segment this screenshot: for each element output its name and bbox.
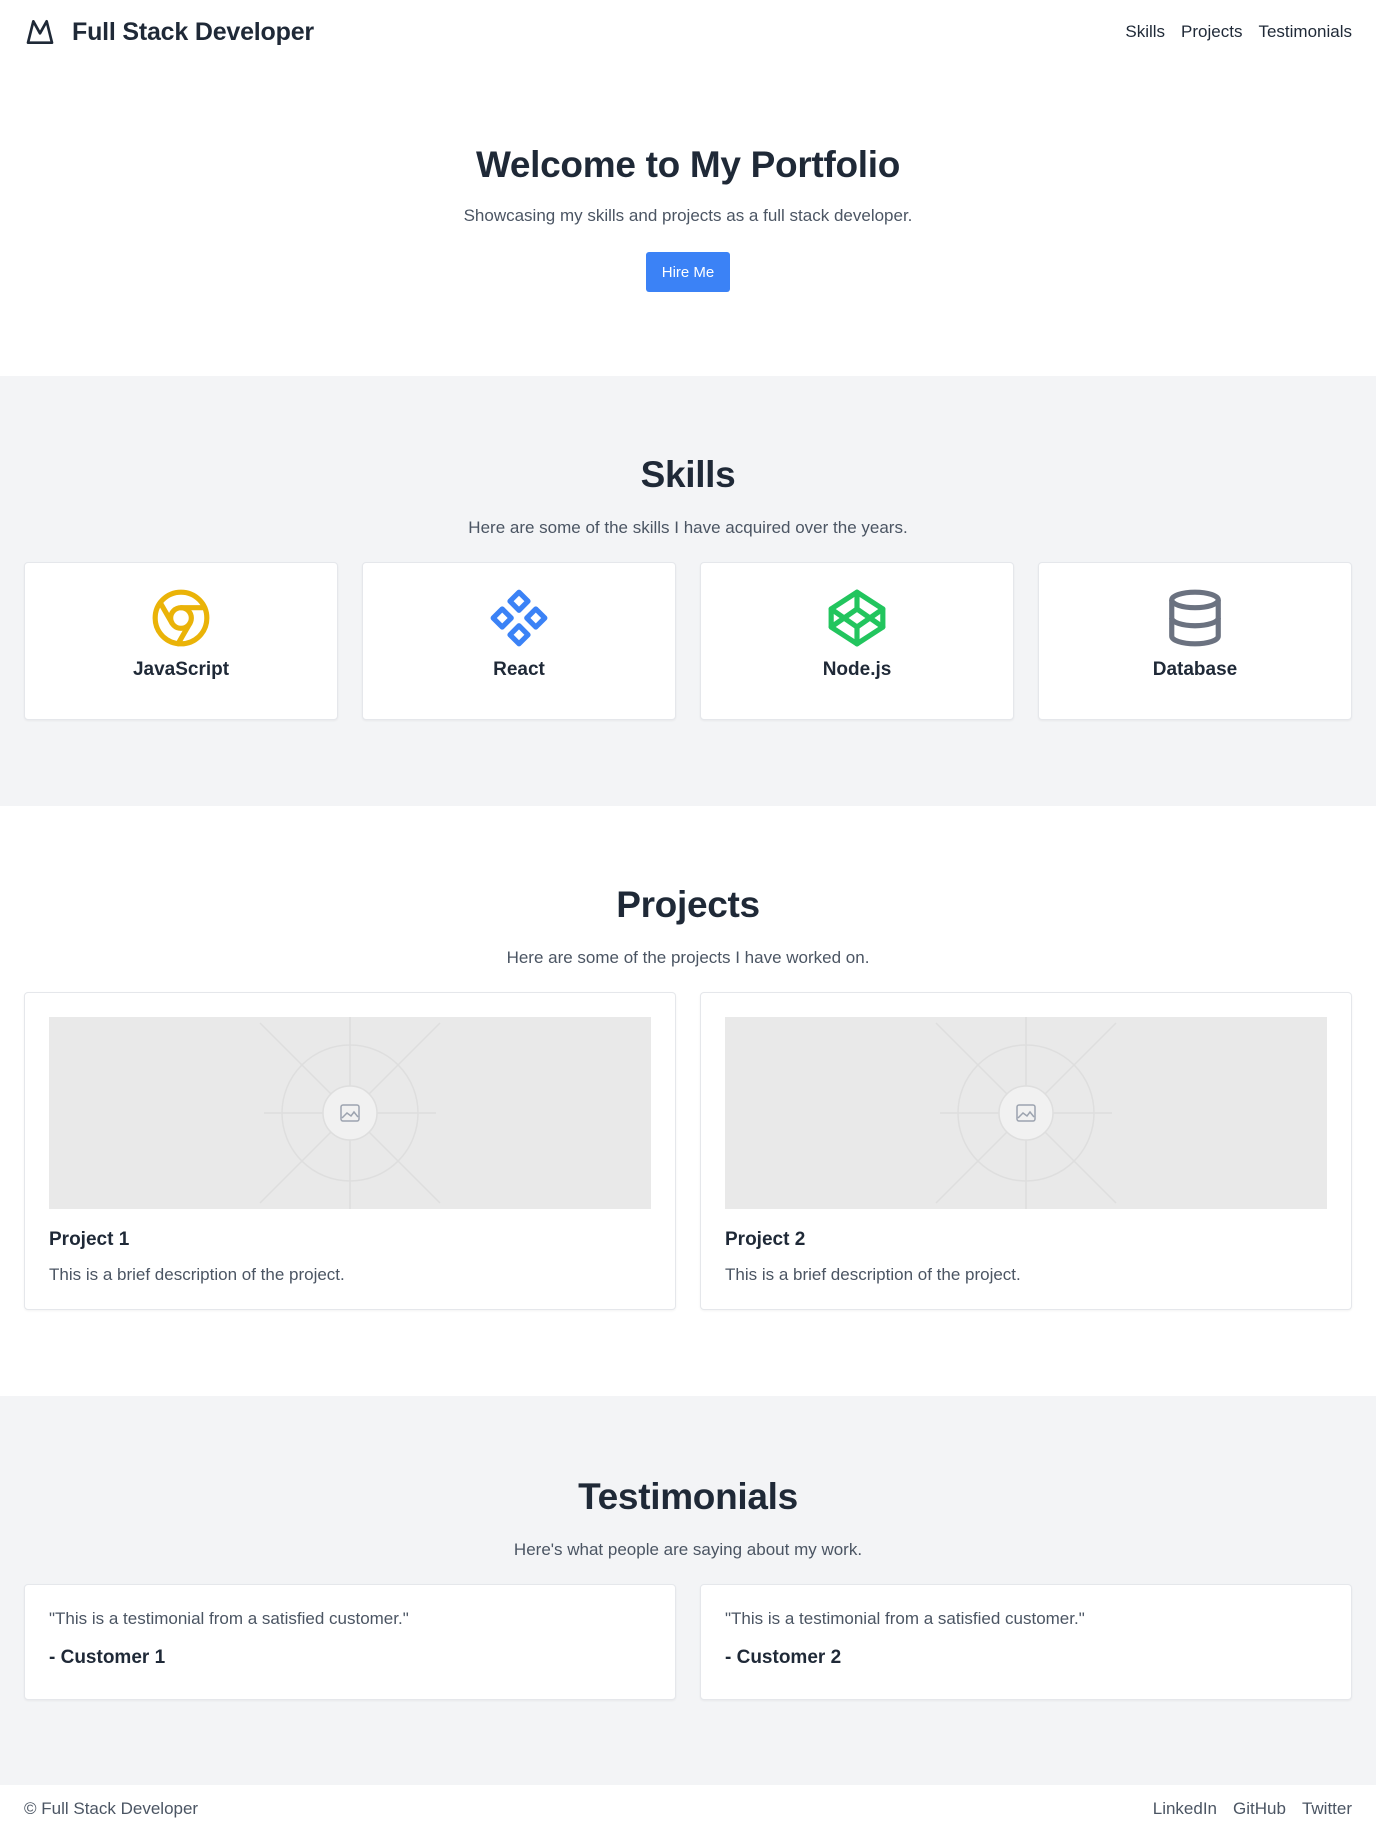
project-title: Project 1 [49, 1229, 130, 1250]
database-icon [1169, 589, 1221, 647]
projects-section: Projects Here are some of the projects I… [0, 806, 1376, 1396]
testimonial-quote: "This is a testimonial from a satisfied … [725, 1609, 1085, 1628]
twitter-link[interactable]: Twitter [1302, 1799, 1352, 1819]
brand[interactable]: Full Stack Developer [24, 16, 314, 48]
testimonials-section: Testimonials Here's what people are sayi… [0, 1396, 1376, 1785]
skill-card: JavaScript [24, 562, 338, 720]
footer-links: LinkedIn GitHub Twitter [1153, 1799, 1352, 1819]
testimonial-quote: "This is a testimonial from a satisfied … [49, 1609, 409, 1628]
skill-name: React [493, 659, 545, 680]
site-header: Full Stack Developer Skills Projects Tes… [0, 0, 1376, 64]
chrome-icon [152, 589, 210, 647]
skill-name: Node.js [822, 659, 892, 680]
projects-title: Projects [616, 884, 760, 925]
skill-card: Node.js [700, 562, 1014, 720]
project-description: This is a brief description of the proje… [49, 1265, 345, 1284]
project-title: Project 2 [725, 1229, 806, 1250]
skills-grid: JavaScript React Node.js Database [24, 562, 1352, 720]
testimonial-card: "This is a testimonial from a satisfied … [700, 1584, 1352, 1700]
skills-lead: Here are some of the skills I have acqui… [468, 518, 908, 537]
hero-title: Welcome to My Portfolio [475, 144, 901, 185]
nav-testimonials-link[interactable]: Testimonials [1258, 22, 1352, 42]
mountain-icon [26, 20, 54, 44]
testimonials-lead: Here's what people are saying about my w… [513, 1540, 863, 1559]
projects-lead: Here are some of the projects I have wor… [506, 948, 870, 967]
project-description: This is a brief description of the proje… [725, 1265, 1021, 1284]
copyright-text: © Full Stack Developer [24, 1798, 199, 1818]
component-icon [490, 589, 548, 647]
skill-name: JavaScript [132, 659, 230, 680]
testimonial-author: - Customer 2 [725, 1647, 842, 1668]
testimonial-author: - Customer 1 [49, 1647, 166, 1668]
image-placeholder-icon [725, 1017, 1327, 1209]
project-card: Project 1 This is a brief description of… [24, 992, 676, 1310]
nav-projects-link[interactable]: Projects [1181, 22, 1242, 42]
github-link[interactable]: GitHub [1233, 1799, 1286, 1819]
skills-title: Skills [640, 454, 736, 495]
image-placeholder-icon [49, 1017, 651, 1209]
testimonials-title: Testimonials [578, 1476, 798, 1517]
main-nav: Skills Projects Testimonials [1125, 22, 1352, 42]
hero-section: Welcome to My Portfolio Showcasing my sk… [0, 64, 1376, 376]
site-footer: © Full Stack Developer LinkedIn GitHub T… [0, 1785, 1376, 1832]
skills-section: Skills Here are some of the skills I hav… [0, 376, 1376, 806]
skill-name: Database [1152, 659, 1238, 680]
testimonial-card: "This is a testimonial from a satisfied … [24, 1584, 676, 1700]
skill-card: React [362, 562, 676, 720]
brand-name: Full Stack Developer [72, 17, 314, 46]
linkedin-link[interactable]: LinkedIn [1153, 1799, 1217, 1819]
testimonials-grid: "This is a testimonial from a satisfied … [24, 1584, 1352, 1700]
hero-subtitle: Showcasing my skills and projects as a f… [463, 206, 913, 225]
codepen-icon [828, 589, 886, 647]
hire-me-button[interactable]: Hire Me [646, 252, 730, 292]
nav-skills-link[interactable]: Skills [1125, 22, 1165, 42]
project-card: Project 2 This is a brief description of… [700, 992, 1352, 1310]
projects-grid: Project 1 This is a brief description of… [24, 992, 1352, 1310]
skill-card: Database [1038, 562, 1352, 720]
